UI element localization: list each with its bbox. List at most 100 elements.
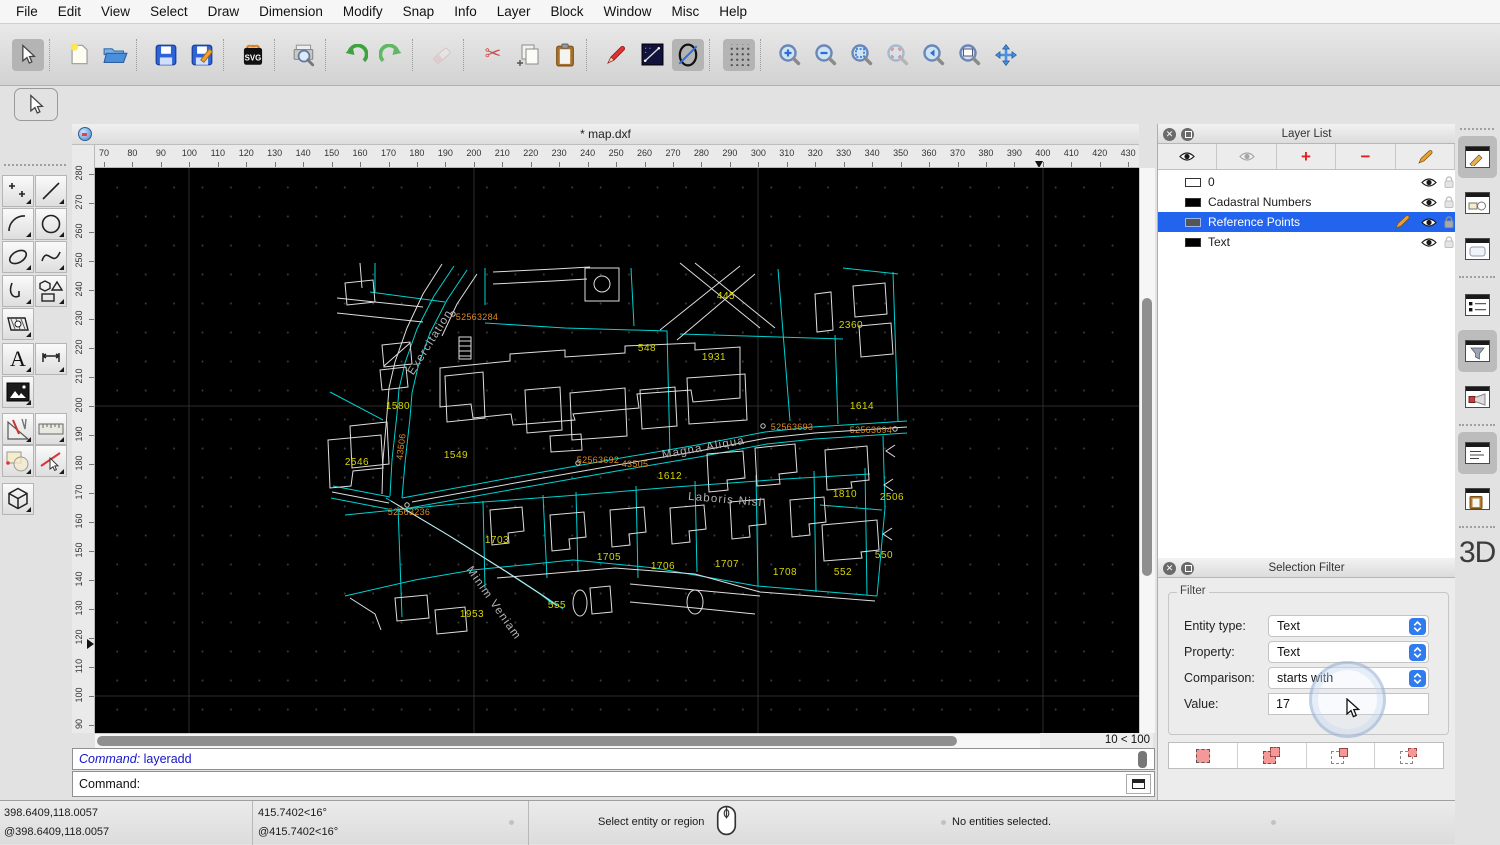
save-as-button[interactable] xyxy=(186,39,218,71)
menu-window[interactable]: Window xyxy=(594,0,662,24)
menu-block[interactable]: Block xyxy=(541,0,594,24)
paste-button[interactable] xyxy=(549,39,581,71)
select-arrow-button[interactable] xyxy=(12,39,44,71)
show-all-layers-eye-button[interactable] xyxy=(1158,144,1217,169)
delete-tool-button[interactable] xyxy=(35,445,67,477)
arc-tool-button[interactable] xyxy=(2,208,34,240)
copy-button[interactable] xyxy=(513,39,545,71)
zoom-previous-button[interactable] xyxy=(918,39,950,71)
layer-row-cadastral-numbers[interactable]: Cadastral Numbers xyxy=(1158,192,1455,212)
layer-visibility-eye-icon[interactable] xyxy=(1420,233,1438,251)
polyline-tool-button[interactable] xyxy=(2,275,34,307)
layer-visibility-eye-icon[interactable] xyxy=(1420,173,1438,191)
zoom-auto-button[interactable] xyxy=(846,39,878,71)
menu-file[interactable]: File xyxy=(6,0,48,24)
selection-filter-toggle-button[interactable] xyxy=(1458,330,1497,372)
clipboard-toggle-button[interactable] xyxy=(1458,478,1497,520)
secondary-toolbar-row xyxy=(0,86,1500,124)
zoom-window-button[interactable] xyxy=(954,39,986,71)
new-document-button[interactable] xyxy=(63,39,95,71)
layer-lock-icon[interactable] xyxy=(1440,213,1455,231)
menu-edit[interactable]: Edit xyxy=(48,0,91,24)
cut-button[interactable]: ✂ xyxy=(477,39,509,71)
layer-row-0[interactable]: 0 xyxy=(1158,172,1455,192)
drawing-canvas[interactable]: 4452360548193115801614254615491612181025… xyxy=(95,168,1139,733)
grid-toggle-button[interactable] xyxy=(723,39,755,71)
modify-tool-button[interactable] xyxy=(2,445,34,477)
print-preview-button[interactable] xyxy=(288,39,320,71)
layer-name: Reference Points xyxy=(1208,215,1300,229)
hatch-tool-button[interactable] xyxy=(2,308,34,340)
zoom-out-button[interactable] xyxy=(810,39,842,71)
save-button[interactable] xyxy=(150,39,182,71)
property-editor-toggle-button[interactable] xyxy=(1458,136,1497,178)
selection-pointer-button[interactable] xyxy=(14,88,58,121)
layer-row-text[interactable]: Text xyxy=(1158,232,1455,252)
library-browser-toggle-button[interactable] xyxy=(1458,228,1497,270)
command-options-button[interactable] xyxy=(1126,774,1151,794)
layer-visibility-eye-icon[interactable] xyxy=(1420,193,1438,211)
open-file-button[interactable] xyxy=(99,39,131,71)
filter-add-selection-button[interactable] xyxy=(1238,743,1307,768)
draft-tool-button[interactable] xyxy=(2,413,34,445)
filter-intersect-selection-button[interactable] xyxy=(1375,743,1443,768)
menu-help[interactable]: Help xyxy=(709,0,757,24)
menu-layer[interactable]: Layer xyxy=(487,0,541,24)
menu-view[interactable]: View xyxy=(91,0,140,24)
layer-list-toggle-button[interactable] xyxy=(1458,284,1497,326)
layer-lock-icon[interactable] xyxy=(1440,233,1455,251)
zoom-selection-button[interactable] xyxy=(882,39,914,71)
horizontal-scrollbar-thumb[interactable] xyxy=(97,736,957,746)
svg-export-button[interactable]: SVG xyxy=(237,39,269,71)
solid-tool-button[interactable] xyxy=(2,483,34,515)
redo-button[interactable] xyxy=(375,39,407,71)
menu-info[interactable]: Info xyxy=(444,0,487,24)
undo-button[interactable] xyxy=(339,39,371,71)
ellipse-slash-button[interactable] xyxy=(672,39,704,71)
menu-dimension[interactable]: Dimension xyxy=(249,0,333,24)
entity-type-select[interactable]: Text xyxy=(1268,615,1429,637)
parcel-number-label: 1707 xyxy=(715,559,739,570)
ellipse-tool-button[interactable] xyxy=(2,241,34,273)
menu-draw[interactable]: Draw xyxy=(198,0,250,24)
edit-pencil-button[interactable] xyxy=(600,39,632,71)
layer-lock-icon[interactable] xyxy=(1440,173,1455,191)
layer-row-reference-points[interactable]: Reference Points xyxy=(1158,212,1455,232)
layer-visibility-eye-icon[interactable] xyxy=(1420,213,1438,231)
dimension-tool-button[interactable] xyxy=(35,343,67,375)
point-tool-button[interactable] xyxy=(2,175,34,207)
filter-remove-selection-button[interactable] xyxy=(1307,743,1376,768)
remove-layer-button[interactable]: − xyxy=(1336,144,1395,169)
command-input-row[interactable]: Command: xyxy=(72,771,1155,797)
circle-tool-button[interactable] xyxy=(35,208,67,240)
command-window-toggle-button[interactable] xyxy=(1458,432,1497,474)
menu-select[interactable]: Select xyxy=(140,0,198,24)
view-projection-toggle-button[interactable] xyxy=(1458,376,1497,418)
vertical-scrollbar[interactable] xyxy=(1139,168,1155,733)
menu-misc[interactable]: Misc xyxy=(662,0,710,24)
zoom-in-button[interactable] xyxy=(774,39,806,71)
measure-tool-button[interactable] xyxy=(35,413,67,445)
menu-modify[interactable]: Modify xyxy=(333,0,393,24)
pan-button[interactable] xyxy=(990,39,1022,71)
block-list-toggle-button[interactable] xyxy=(1458,182,1497,224)
menu-snap[interactable]: Snap xyxy=(393,0,445,24)
eraser-button[interactable] xyxy=(426,39,458,71)
command-history-scrollbar-thumb[interactable] xyxy=(1138,751,1147,768)
shape-tool-button[interactable] xyxy=(35,275,67,307)
filter-replace-selection-button[interactable] xyxy=(1169,743,1238,768)
add-layer-button[interactable]: + xyxy=(1277,144,1336,169)
image-tool-button[interactable] xyxy=(2,376,34,408)
line-tool-button[interactable] xyxy=(636,39,668,71)
horizontal-scrollbar[interactable] xyxy=(95,733,1139,748)
property-select[interactable]: Text xyxy=(1268,641,1429,663)
layer-lock-icon[interactable] xyxy=(1440,193,1455,211)
hide-all-layers-eye-button[interactable] xyxy=(1217,144,1276,169)
ruler-number: 360 xyxy=(918,148,940,158)
line-draw-tool-button[interactable] xyxy=(35,175,67,207)
edit-layer-button[interactable] xyxy=(1396,144,1455,169)
edit-layer-pencil-icon[interactable] xyxy=(1393,213,1411,231)
spline-tool-button[interactable] xyxy=(35,241,67,273)
vertical-scrollbar-thumb[interactable] xyxy=(1142,298,1152,576)
text-tool-button[interactable]: A xyxy=(2,343,34,375)
